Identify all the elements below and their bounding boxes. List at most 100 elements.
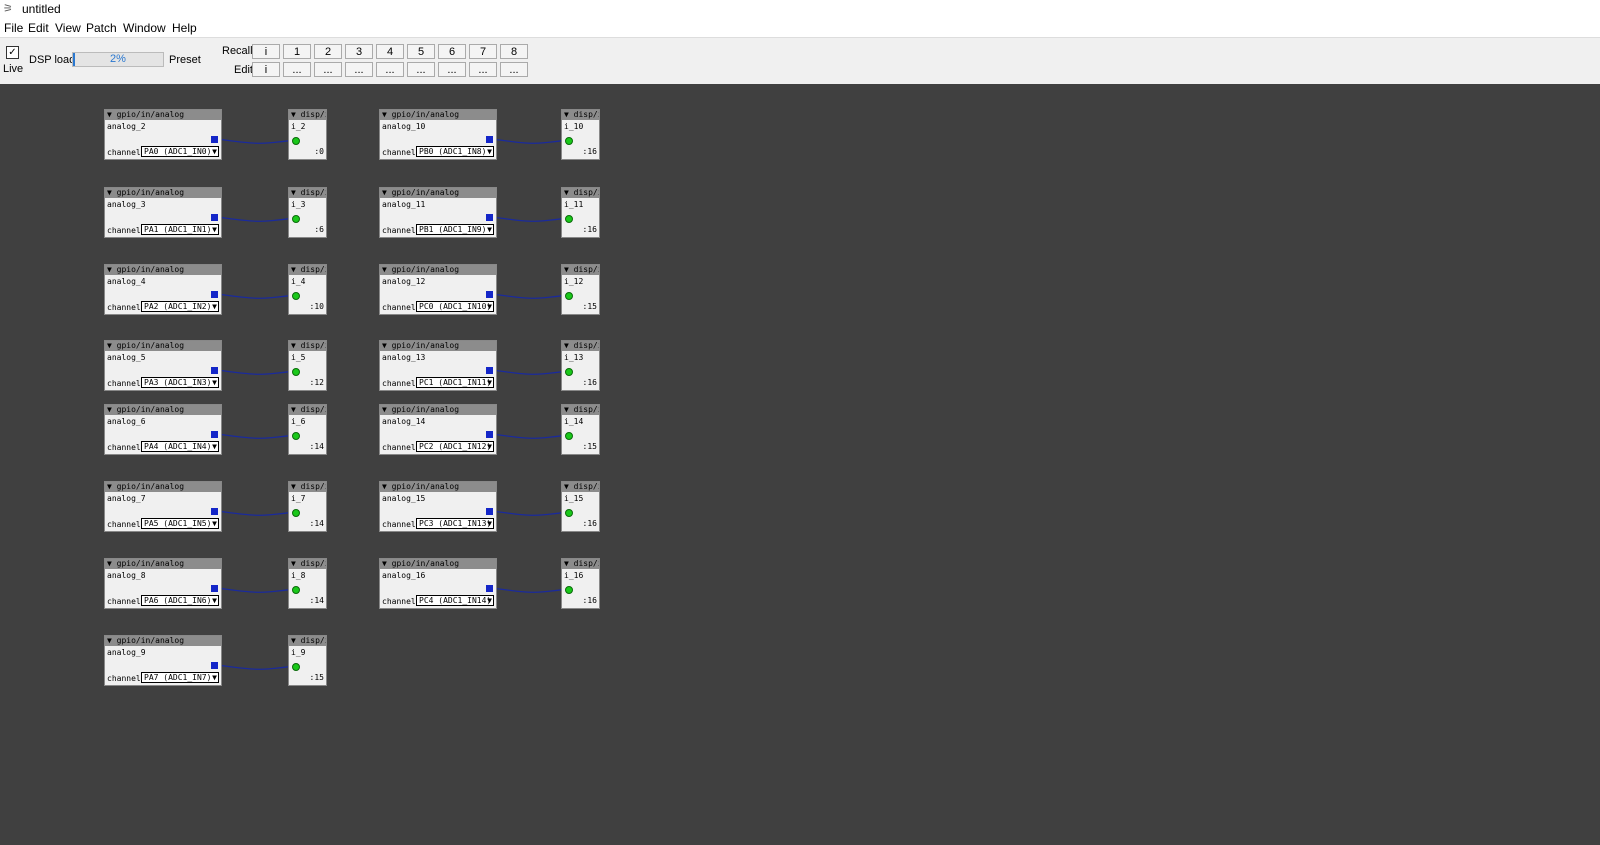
inlet-port[interactable]: [292, 509, 300, 517]
analog-instance-name[interactable]: analog_4: [107, 277, 146, 286]
disp-instance-name[interactable]: i_14: [564, 417, 583, 426]
patch-wire[interactable]: [216, 433, 296, 439]
analog-instance-name[interactable]: analog_2: [107, 122, 146, 131]
recall-button-i[interactable]: i: [252, 44, 280, 59]
channel-select[interactable]: PA2 (ADC1_IN2) ▼: [141, 301, 219, 312]
analog-object[interactable]: ▼ gpio/in/analog analog_3 channel PA1 (ADC1…: [104, 187, 222, 238]
patch-wire[interactable]: [491, 216, 569, 222]
disp-object-header[interactable]: ▼ disp/i: [289, 265, 326, 275]
disp-instance-name[interactable]: i_2: [291, 122, 305, 131]
inlet-port[interactable]: [292, 137, 300, 145]
patch-wire[interactable]: [491, 369, 569, 375]
outlet-port[interactable]: [211, 585, 218, 592]
disp-instance-name[interactable]: i_15: [564, 494, 583, 503]
disp-object-header[interactable]: ▼ disp/i: [562, 110, 599, 120]
analog-object[interactable]: ▼ gpio/in/analog analog_6 channel PA4 (ADC1…: [104, 404, 222, 455]
analog-instance-name[interactable]: analog_15: [382, 494, 425, 503]
analog-object[interactable]: ▼ gpio/in/analog analog_14 channel PC2 (ADC…: [379, 404, 497, 455]
recall-button-3[interactable]: 3: [345, 44, 373, 59]
disp-object[interactable]: ▼ disp/i i_12:15: [561, 264, 600, 315]
analog-object-header[interactable]: ▼ gpio/in/analog: [380, 265, 496, 275]
menu-file[interactable]: File: [4, 21, 23, 35]
analog-object[interactable]: ▼ gpio/in/analog analog_16 channel PC4 (ADC…: [379, 558, 497, 609]
analog-object[interactable]: ▼ gpio/in/analog analog_7 channel PA5 (ADC1…: [104, 481, 222, 532]
disp-object[interactable]: ▼ disp/i i_4:10: [288, 264, 327, 315]
menu-help[interactable]: Help: [172, 21, 197, 35]
disp-instance-name[interactable]: i_16: [564, 571, 583, 580]
channel-select[interactable]: PA4 (ADC1_IN4) ▼: [141, 441, 219, 452]
analog-instance-name[interactable]: analog_16: [382, 571, 425, 580]
disp-object-header[interactable]: ▼ disp/i: [289, 405, 326, 415]
analog-object-header[interactable]: ▼ gpio/in/analog: [380, 110, 496, 120]
outlet-port[interactable]: [486, 291, 493, 298]
analog-instance-name[interactable]: analog_3: [107, 200, 146, 209]
analog-object-header[interactable]: ▼ gpio/in/analog: [105, 188, 221, 198]
channel-select[interactable]: PB0 (ADC1_IN8) ▼: [416, 146, 494, 157]
analog-object-header[interactable]: ▼ gpio/in/analog: [105, 559, 221, 569]
analog-object-header[interactable]: ▼ gpio/in/analog: [105, 110, 221, 120]
patch-wire[interactable]: [216, 293, 296, 299]
analog-object[interactable]: ▼ gpio/in/analog analog_10 channel PB0 (ADC…: [379, 109, 497, 160]
patch-wire[interactable]: [491, 587, 569, 593]
disp-instance-name[interactable]: i_4: [291, 277, 305, 286]
disp-object-header[interactable]: ▼ disp/i: [289, 559, 326, 569]
edit-preset-button-6[interactable]: ...: [438, 62, 466, 77]
disp-instance-name[interactable]: i_13: [564, 353, 583, 362]
disp-object-header[interactable]: ▼ disp/i: [289, 482, 326, 492]
disp-object[interactable]: ▼ disp/i i_11:16: [561, 187, 600, 238]
patch-wire[interactable]: [491, 433, 569, 439]
analog-object-header[interactable]: ▼ gpio/in/analog: [105, 636, 221, 646]
disp-instance-name[interactable]: i_10: [564, 122, 583, 131]
disp-instance-name[interactable]: i_11: [564, 200, 583, 209]
live-checkbox[interactable]: ✓: [6, 46, 19, 59]
outlet-port[interactable]: [211, 291, 218, 298]
menu-window[interactable]: Window: [123, 21, 166, 35]
analog-object[interactable]: ▼ gpio/in/analog analog_12 channel PC0 (ADC…: [379, 264, 497, 315]
disp-object-header[interactable]: ▼ disp/i: [289, 636, 326, 646]
disp-object[interactable]: ▼ disp/i i_6:14: [288, 404, 327, 455]
disp-object[interactable]: ▼ disp/i i_2:0: [288, 109, 327, 160]
analog-object-header[interactable]: ▼ gpio/in/analog: [105, 405, 221, 415]
channel-select[interactable]: PA3 (ADC1_IN3) ▼: [141, 377, 219, 388]
channel-select[interactable]: PA7 (ADC1_IN7) ▼: [141, 672, 219, 683]
disp-object-header[interactable]: ▼ disp/i: [562, 482, 599, 492]
inlet-port[interactable]: [292, 215, 300, 223]
analog-object-header[interactable]: ▼ gpio/in/analog: [105, 482, 221, 492]
patch-wire[interactable]: [216, 216, 296, 222]
recall-button-2[interactable]: 2: [314, 44, 342, 59]
inlet-port[interactable]: [565, 509, 573, 517]
analog-object-header[interactable]: ▼ gpio/in/analog: [380, 405, 496, 415]
disp-object[interactable]: ▼ disp/i i_8:14: [288, 558, 327, 609]
channel-select[interactable]: PC1 (ADC1_IN11) ▼: [416, 377, 494, 388]
disp-instance-name[interactable]: i_7: [291, 494, 305, 503]
outlet-port[interactable]: [211, 214, 218, 221]
edit-preset-button-5[interactable]: ...: [407, 62, 435, 77]
outlet-port[interactable]: [486, 214, 493, 221]
disp-object-header[interactable]: ▼ disp/i: [562, 265, 599, 275]
menu-patch[interactable]: Patch: [86, 21, 117, 35]
disp-instance-name[interactable]: i_9: [291, 648, 305, 657]
disp-object-header[interactable]: ▼ disp/i: [289, 188, 326, 198]
analog-object-header[interactable]: ▼ gpio/in/analog: [380, 559, 496, 569]
patch-wire[interactable]: [491, 510, 569, 516]
disp-object-header[interactable]: ▼ disp/i: [562, 188, 599, 198]
analog-instance-name[interactable]: analog_7: [107, 494, 146, 503]
menu-view[interactable]: View: [55, 21, 81, 35]
disp-instance-name[interactable]: i_3: [291, 200, 305, 209]
analog-instance-name[interactable]: analog_5: [107, 353, 146, 362]
analog-object-header[interactable]: ▼ gpio/in/analog: [105, 265, 221, 275]
disp-instance-name[interactable]: i_8: [291, 571, 305, 580]
analog-instance-name[interactable]: analog_14: [382, 417, 425, 426]
analog-instance-name[interactable]: analog_13: [382, 353, 425, 362]
channel-select[interactable]: PC4 (ADC1_IN14) ▼: [416, 595, 494, 606]
channel-select[interactable]: PC0 (ADC1_IN10) ▼: [416, 301, 494, 312]
disp-object-header[interactable]: ▼ disp/i: [562, 405, 599, 415]
disp-object[interactable]: ▼ disp/i i_10:16: [561, 109, 600, 160]
channel-select[interactable]: PB1 (ADC1_IN9) ▼: [416, 224, 494, 235]
analog-object[interactable]: ▼ gpio/in/analog analog_5 channel PA3 (ADC1…: [104, 340, 222, 391]
analog-instance-name[interactable]: analog_11: [382, 200, 425, 209]
outlet-port[interactable]: [211, 136, 218, 143]
disp-object-header[interactable]: ▼ disp/i: [562, 341, 599, 351]
outlet-port[interactable]: [211, 367, 218, 374]
edit-preset-button-7[interactable]: ...: [469, 62, 497, 77]
